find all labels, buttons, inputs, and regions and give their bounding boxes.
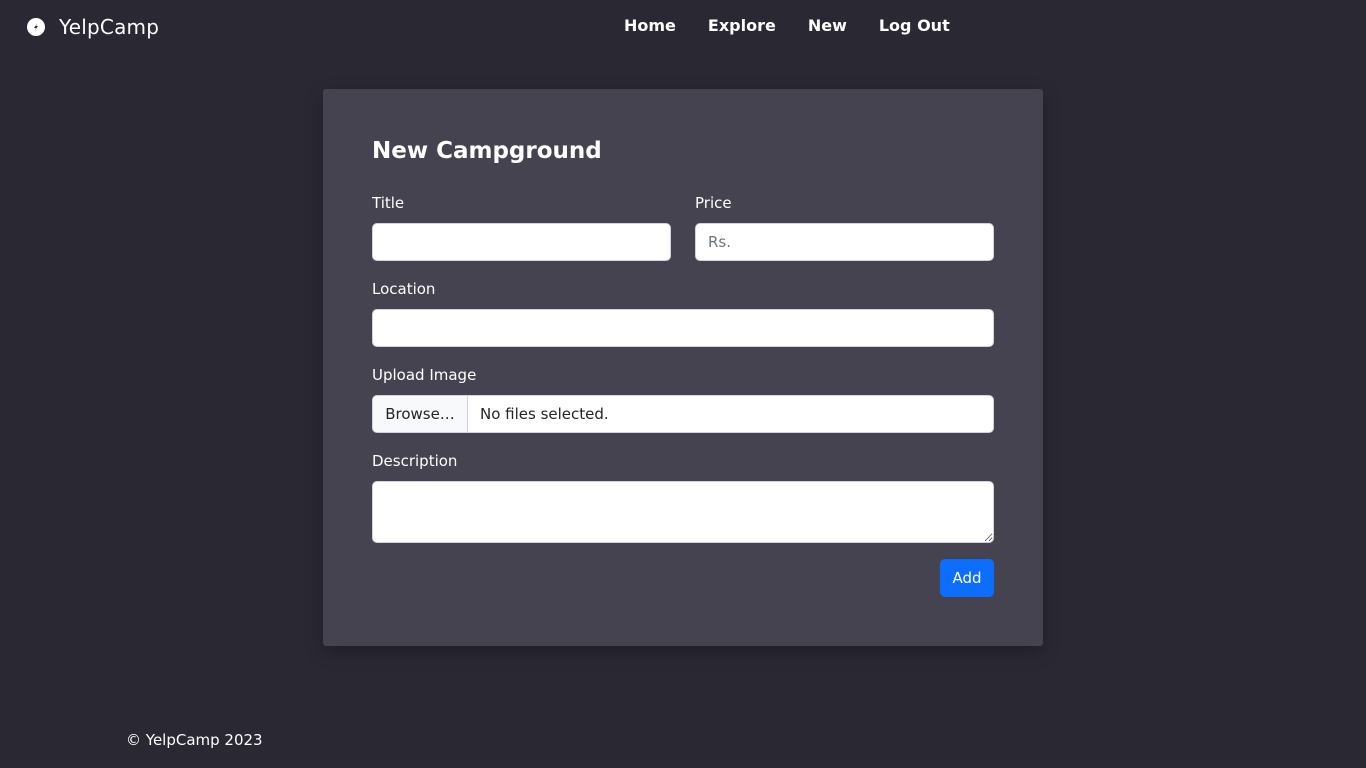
page-title: New Campground [372,138,602,164]
nav-links: Home Explore New Log Out [624,16,950,35]
title-label: Title [372,194,405,212]
add-button[interactable]: Add [940,559,994,597]
footer-copyright: © YelpCamp 2023 [126,731,263,749]
brand[interactable]: YelpCamp [27,15,159,39]
title-input[interactable] [372,223,671,261]
price-label: Price [695,194,732,212]
browse-button[interactable]: Browse… [373,396,468,432]
location-input[interactable] [372,309,994,347]
description-label: Description [372,452,458,470]
new-campground-card: New Campground Title Price Location Uplo… [323,89,1043,646]
nav-link-home[interactable]: Home [624,16,676,35]
nav-link-new[interactable]: New [808,16,847,35]
location-label: Location [372,280,436,298]
file-status: No files selected. [480,405,609,423]
compass-icon [27,18,45,36]
image-file-input[interactable]: Browse… No files selected. [372,395,994,433]
description-textarea[interactable] [372,481,994,543]
price-input[interactable] [695,223,994,261]
nav-link-logout[interactable]: Log Out [879,16,950,35]
upload-image-label: Upload Image [372,366,477,384]
navbar: YelpCamp Home Explore New Log Out [0,0,1366,56]
nav-link-explore[interactable]: Explore [708,16,776,35]
brand-name: YelpCamp [59,15,160,39]
